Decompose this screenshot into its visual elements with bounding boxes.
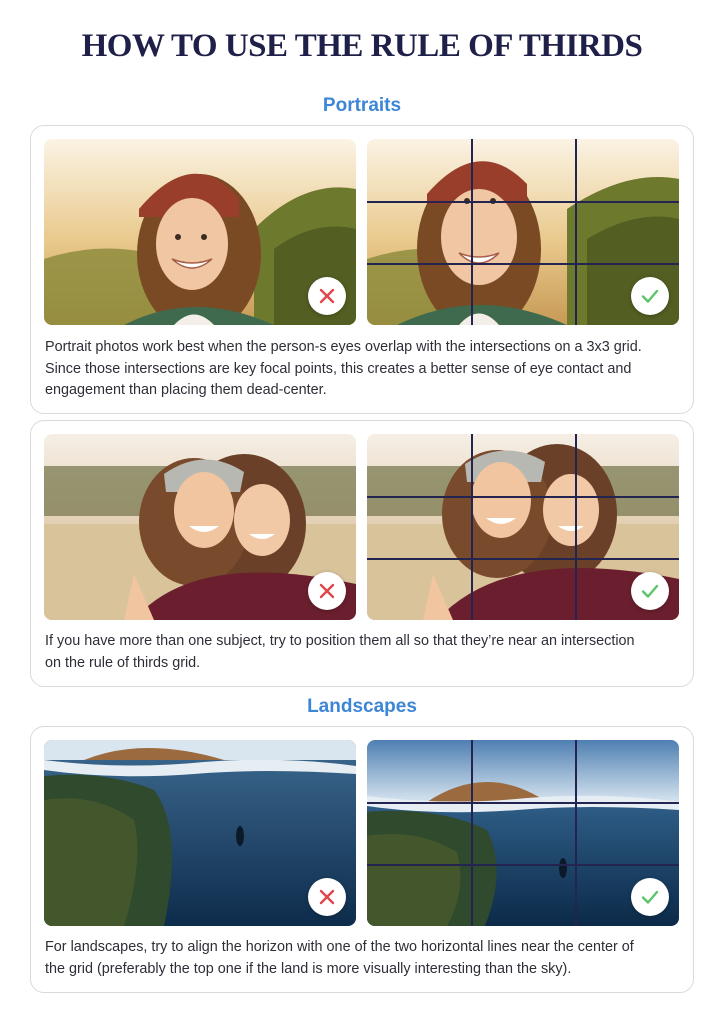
- caption-landscape: For landscapes, try to align the horizon…: [45, 937, 685, 980]
- photo-portrait-centered: [44, 139, 356, 325]
- check-mark-icon: [641, 890, 659, 904]
- correct-badge: [631, 572, 669, 610]
- photo-landscape-thirds: [367, 740, 679, 926]
- caption-line: the grid (preferably the top one if the …: [45, 960, 572, 977]
- incorrect-badge: [308, 878, 346, 916]
- grid-line-horizontal: [367, 802, 679, 804]
- correct-badge: [631, 878, 669, 916]
- page-title: HOW TO USE THE RULE OF THIRDS: [81, 28, 643, 64]
- grid-line-vertical: [575, 139, 577, 325]
- correct-badge: [631, 277, 669, 315]
- section-heading-portraits: Portraits: [322, 95, 402, 116]
- caption-line: Portrait photos work best when the perso…: [45, 339, 642, 355]
- section-heading-landscapes: Landscapes: [307, 696, 417, 717]
- grid-line-vertical: [575, 740, 577, 926]
- grid-line-vertical: [575, 434, 577, 620]
- x-mark-icon: [319, 889, 335, 905]
- grid-line-vertical: [471, 740, 473, 926]
- x-mark-icon: [319, 583, 335, 599]
- photo-group-thirds: [367, 434, 679, 620]
- x-mark-icon: [319, 288, 335, 304]
- incorrect-badge: [308, 572, 346, 610]
- caption-line: Since those intersections are key focal …: [45, 360, 632, 377]
- grid-line-vertical: [471, 139, 473, 325]
- check-mark-icon: [641, 584, 659, 598]
- photo-portrait-thirds: [367, 139, 679, 325]
- caption-portrait-single: Portrait photos work best when the perso…: [45, 337, 685, 402]
- grid-line-horizontal: [367, 201, 679, 203]
- card-landscape: For landscapes, try to align the horizon…: [30, 726, 694, 993]
- caption-line: For landscapes, try to align the horizon…: [45, 939, 634, 955]
- incorrect-badge: [308, 277, 346, 315]
- grid-line-horizontal: [367, 496, 679, 498]
- check-mark-icon: [641, 289, 659, 303]
- card-portrait-single: Portrait photos work best when the perso…: [30, 125, 694, 414]
- caption-line: on the rule of thirds grid.: [45, 654, 201, 671]
- caption-portrait-group: If you have more than one subject, try t…: [45, 631, 685, 674]
- photo-landscape-off-grid: [44, 740, 356, 926]
- caption-line: If you have more than one subject, try t…: [45, 633, 635, 649]
- caption-line: engagement than placing them dead-center…: [45, 382, 327, 398]
- grid-line-vertical: [471, 434, 473, 620]
- grid-line-horizontal: [367, 263, 679, 265]
- grid-line-horizontal: [367, 558, 679, 560]
- photo-group-centered: [44, 434, 356, 620]
- card-portrait-group: If you have more than one subject, try t…: [30, 420, 694, 687]
- grid-line-horizontal: [367, 864, 679, 866]
